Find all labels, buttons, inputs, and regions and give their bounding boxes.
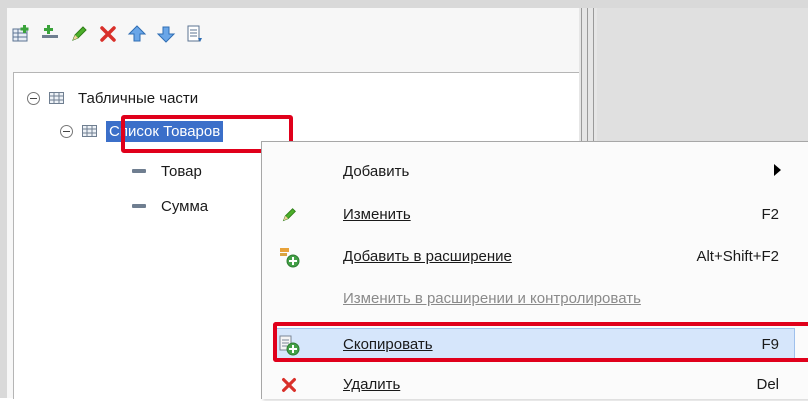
collapse-icon[interactable] <box>27 91 40 105</box>
tree-leaf-product[interactable]: Товар <box>132 159 202 183</box>
add-table-icon[interactable] <box>7 20 34 48</box>
submenu-arrow-icon <box>774 164 781 176</box>
move-down-icon[interactable] <box>152 20 179 48</box>
collapse-icon[interactable] <box>60 124 73 138</box>
delete-icon <box>278 374 300 396</box>
menu-item-label: Изменить в расширении и контролировать <box>343 290 641 307</box>
add-attribute-icon[interactable] <box>36 20 63 48</box>
table-icon <box>82 125 97 137</box>
tree-node-label: Табличные части <box>78 89 199 107</box>
edit-pencil-icon[interactable] <box>65 20 92 48</box>
menu-item-add-to-extension[interactable]: Добавить в расширение Alt+Shift+F2 <box>262 239 808 273</box>
tree-leaf-label: Сумма <box>161 197 209 215</box>
delete-icon[interactable] <box>94 20 121 48</box>
table-icon <box>49 92 64 104</box>
menu-item-label: Добавить <box>343 163 410 180</box>
menu-item-label: Изменить <box>343 206 411 223</box>
move-up-icon[interactable] <box>123 20 150 48</box>
sort-list-icon[interactable] <box>181 20 208 48</box>
window-left-border <box>0 8 7 398</box>
menu-item-shortcut: F2 <box>761 206 779 223</box>
menu-item-label: Удалить <box>343 376 401 393</box>
add-to-extension-icon <box>278 246 300 268</box>
menu-item-delete[interactable]: Удалить Del <box>262 367 808 401</box>
toolbar <box>7 16 208 52</box>
menu-item-label: Добавить в расширение <box>343 248 512 265</box>
attribute-icon <box>132 204 146 208</box>
menu-item-shortcut: Del <box>756 376 779 393</box>
menu-item-edit-in-extension: Изменить в расширении и контролировать <box>262 281 808 315</box>
tree-leaf-label: Товар <box>161 162 202 180</box>
menu-item-shortcut: Alt+Shift+F2 <box>696 248 779 265</box>
tree-node-tabular-sections[interactable]: Табличные части <box>27 86 198 110</box>
highlight-frame-copy <box>273 322 808 362</box>
menu-item-add[interactable]: Добавить <box>262 154 808 188</box>
tree-leaf-sum[interactable]: Сумма <box>132 194 208 218</box>
window-top-border <box>0 0 808 8</box>
pencil-icon <box>278 204 300 226</box>
attribute-icon <box>132 169 146 173</box>
menu-item-edit[interactable]: Изменить F2 <box>262 197 808 231</box>
